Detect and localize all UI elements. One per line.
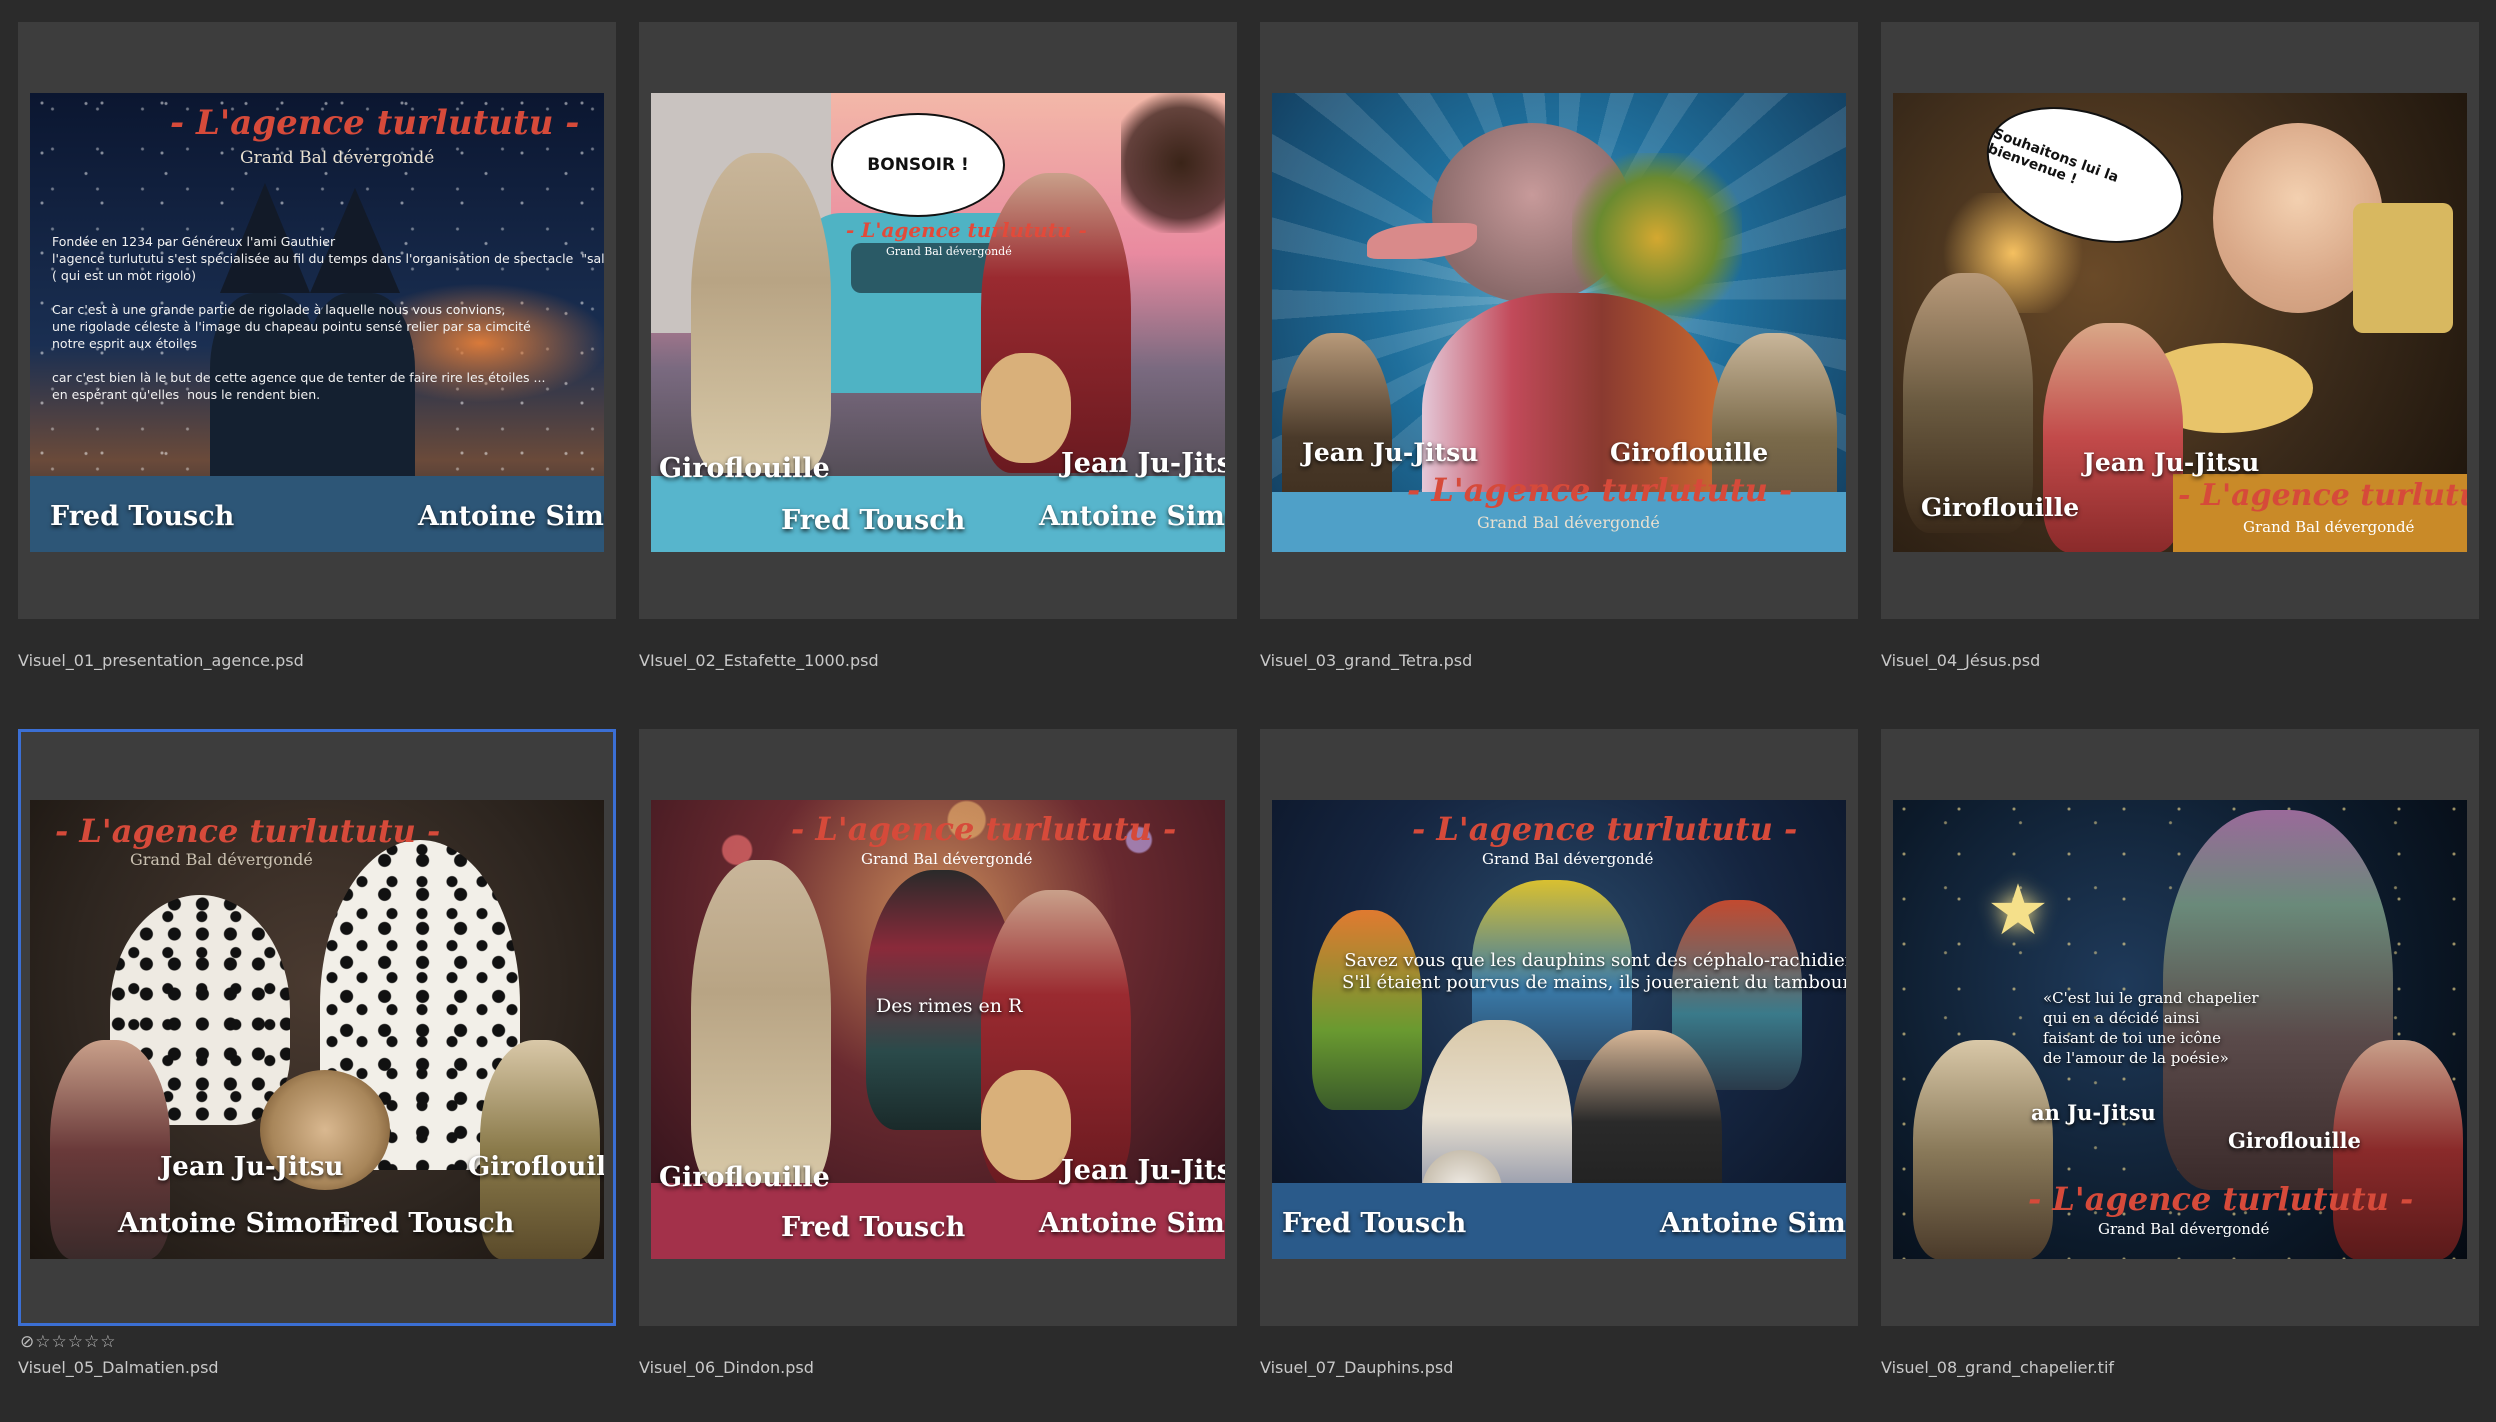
- thumbnail-cell[interactable]: BONSOIR ! - L'agence turlututu - Grand B…: [639, 22, 1237, 619]
- agency-subtitle: Grand Bal dévergondé: [2098, 1220, 2270, 1238]
- name-fred-tousch: Fred Tousch: [50, 501, 235, 532]
- name-jean-jujitsu: an Ju-Jitsu: [2031, 1100, 2156, 1125]
- agency-subtitle: Grand Bal dévergondé: [240, 148, 435, 168]
- ukulele: [981, 1070, 1071, 1180]
- thumbnail-image[interactable]: BONSOIR ! - L'agence turlututu - Grand B…: [651, 93, 1225, 552]
- puppet-giroflouille: [691, 860, 831, 1190]
- thumbnail-image[interactable]: - L'agence turlututu - Grand Bal dévergo…: [30, 800, 604, 1259]
- agency-logo: - L'agence turlututu -: [1412, 810, 1798, 848]
- name-fred-tousch: Fred Tousch: [1282, 1208, 1467, 1239]
- thumbnail-cell[interactable]: - L'agence turlututu - Grand Bal dévergo…: [1260, 729, 1858, 1326]
- agency-subtitle: Grand Bal dévergondé: [1477, 513, 1660, 532]
- agency-logo: - L'agence turlututu -: [791, 810, 1177, 848]
- name-jean-jujitsu: Jean Ju-Jitsu: [1302, 438, 1479, 467]
- thumbnail-image[interactable]: - L'agence turlututu - Grand Bal dévergo…: [30, 93, 604, 552]
- ukulele: [981, 353, 1071, 463]
- agency-logo: - L'agence turlututu -: [846, 218, 1087, 242]
- thumbnail-filename[interactable]: Visuel_08_grand_chapelier.tif: [1881, 1358, 2114, 1377]
- name-jean-jujitsu: Jean Ju-Jitsu: [2083, 448, 2260, 477]
- agency-logo: - L'agence turlututu -: [2028, 1180, 2414, 1218]
- thumbnail-image[interactable]: - L'agence turlututu - Grand Bal dévergo…: [1272, 800, 1846, 1259]
- speech-bubble: BONSOIR !: [831, 113, 1005, 217]
- name-giroflouille: Giroflouille: [1610, 438, 1769, 467]
- name-jean-jujitsu: Jean Ju-Jitsu: [1061, 1155, 1225, 1186]
- thumbnail-image[interactable]: Jean Ju-Jitsu Giroflouille - L'agence tu…: [1272, 93, 1846, 552]
- thumbnail-cell[interactable]: Souhaitons lui la bienvenue ! Jean Ju-Ji…: [1881, 22, 2479, 619]
- thumbnail-filename[interactable]: Visuel_03_grand_Tetra.psd: [1260, 651, 1472, 670]
- caption-chapelier: «C'est lui le grand chapelier qui en a d…: [2043, 989, 2259, 1067]
- agency-logo: - L'agence turlututu -: [170, 103, 580, 143]
- agency-subtitle: Grand Bal dévergondé: [886, 245, 1012, 258]
- agency-logo: - L'agence turlututu -: [55, 812, 441, 850]
- agency-subtitle: Grand Bal dévergondé: [1482, 850, 1654, 868]
- agency-logo: - L'agence turlututu -: [1407, 471, 1793, 509]
- name-antoine-simoni: Antoine Simoni: [1039, 1208, 1225, 1239]
- thumbnail-cell[interactable]: ★ «C'est lui le grand chapelier qui en a…: [1881, 729, 2479, 1326]
- agency-subtitle: Grand Bal dévergondé: [2243, 518, 2415, 536]
- name-giroflouille: Giroflouille: [1921, 493, 2080, 522]
- caption-rimes: Des rimes en R: [876, 995, 1023, 1017]
- name-jean-jujitsu: Jean Ju-Jitsu: [160, 1152, 344, 1182]
- thumbnail-filename[interactable]: VIsuel_02_Estafette_1000.psd: [639, 651, 879, 670]
- name-jean-jujitsu: Jean Ju-Jitsu: [1061, 448, 1225, 479]
- name-giroflouille: Giroflouille: [659, 1162, 830, 1193]
- presentation-text: Fondée en 1234 par Généreux l'ami Gauthi…: [52, 234, 604, 402]
- thumbnail-cell[interactable]: Jean Ju-Jitsu Giroflouille - L'agence tu…: [1260, 22, 1858, 619]
- star-rating[interactable]: ⊘☆☆☆☆☆: [20, 1332, 116, 1352]
- dolphin-puppet-left: [1312, 910, 1422, 1110]
- name-giroflouille: Giroflouille: [468, 1152, 604, 1182]
- thumbnail-image[interactable]: - L'agence turlututu - Grand Bal dévergo…: [651, 800, 1225, 1259]
- name-giroflouille: Giroflouille: [659, 453, 830, 484]
- thumbnail-image[interactable]: ★ «C'est lui le grand chapelier qui en a…: [1893, 800, 2467, 1259]
- puppet-giroflouille: [691, 153, 831, 473]
- caption-dauphins: Savez vous que les dauphins sont des cép…: [1342, 950, 1846, 993]
- thumbnail-cell[interactable]: - L'agence turlututu - Grand Bal dévergo…: [639, 729, 1237, 1326]
- name-fred-tousch: Fred Tousch: [781, 1212, 966, 1243]
- thumbnail-filename[interactable]: Visuel_06_Dindon.psd: [639, 1358, 814, 1377]
- cheese-block: [2353, 203, 2453, 333]
- name-antoine-simoni: Antoine Simoni: [118, 1208, 352, 1239]
- thumbnail-filename[interactable]: Visuel_05_Dalmatien.psd: [18, 1358, 219, 1377]
- tree: [1121, 93, 1225, 233]
- puppet-jean-jujitsu: [1913, 1040, 2053, 1259]
- name-antoine-simoni: Antoine Simoni: [1039, 501, 1225, 532]
- thumbnail-cell-selected[interactable]: - L'agence turlututu - Grand Bal dévergo…: [18, 729, 616, 1326]
- name-antoine-simoni: Antoine Simoni: [418, 501, 604, 532]
- agency-logo: - L'agence turlututu -: [2178, 478, 2467, 513]
- name-fred-tousch: Fred Tousch: [330, 1208, 515, 1239]
- name-giroflouille: Giroflouille: [2228, 1128, 2361, 1153]
- thumbnail-image[interactable]: Souhaitons lui la bienvenue ! Jean Ju-Ji…: [1893, 93, 2467, 552]
- thumbnail-filename[interactable]: Visuel_04_Jésus.psd: [1881, 651, 2040, 670]
- thumbnail-filename[interactable]: Visuel_01_presentation_agence.psd: [18, 651, 304, 670]
- name-antoine-simoni: Antoine Simoni: [1660, 1208, 1846, 1239]
- glowing-star-icon: ★: [1986, 869, 2050, 951]
- agency-subtitle: Grand Bal dévergondé: [130, 850, 313, 869]
- thumbnail-filename[interactable]: Visuel_07_Dauphins.psd: [1260, 1358, 1453, 1377]
- agency-subtitle: Grand Bal dévergondé: [861, 850, 1033, 868]
- name-fred-tousch: Fred Tousch: [781, 505, 966, 536]
- thumbnail-cell[interactable]: - L'agence turlututu - Grand Bal dévergo…: [18, 22, 616, 619]
